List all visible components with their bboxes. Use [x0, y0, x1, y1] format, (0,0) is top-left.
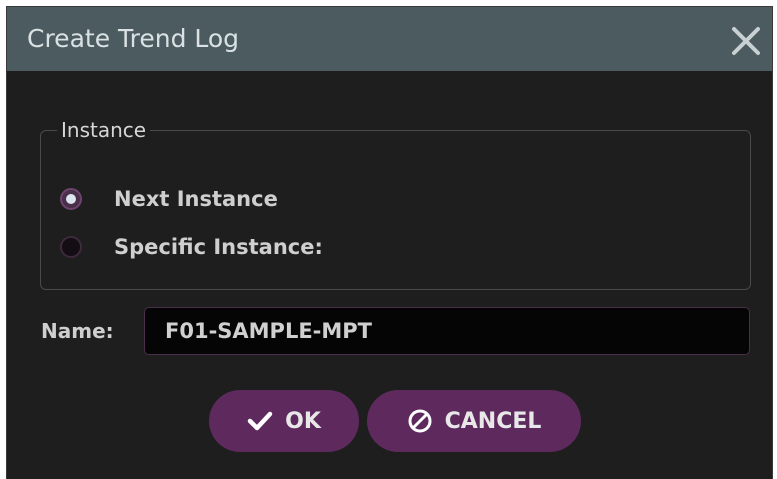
instance-legend: Instance [57, 117, 151, 143]
dialog-title: Create Trend Log [27, 24, 240, 53]
dialog-titlebar: Create Trend Log [7, 7, 772, 71]
name-label: Name: [41, 319, 114, 343]
close-icon [732, 27, 760, 55]
radio-specific-instance[interactable]: Specific Instance: [60, 232, 323, 262]
next-instance-label: Next Instance [114, 187, 278, 211]
name-input[interactable] [144, 307, 750, 355]
cancel-button[interactable]: CANCEL [367, 390, 581, 452]
ok-label: OK [285, 408, 321, 434]
radio-next-instance[interactable]: Next Instance [60, 184, 278, 214]
check-icon [247, 411, 273, 431]
instance-group: Instance Next Instance Specific Instance… [40, 117, 751, 290]
cancel-label: CANCEL [444, 408, 542, 434]
close-button[interactable] [726, 21, 766, 61]
next-instance-radio[interactable] [60, 188, 82, 210]
specific-instance-label: Specific Instance: [114, 235, 323, 259]
specific-instance-radio[interactable] [60, 236, 82, 258]
ok-button[interactable]: OK [209, 390, 359, 452]
create-trend-log-dialog: Create Trend Log Instance Next Instance … [7, 7, 772, 479]
ban-icon [408, 409, 432, 433]
